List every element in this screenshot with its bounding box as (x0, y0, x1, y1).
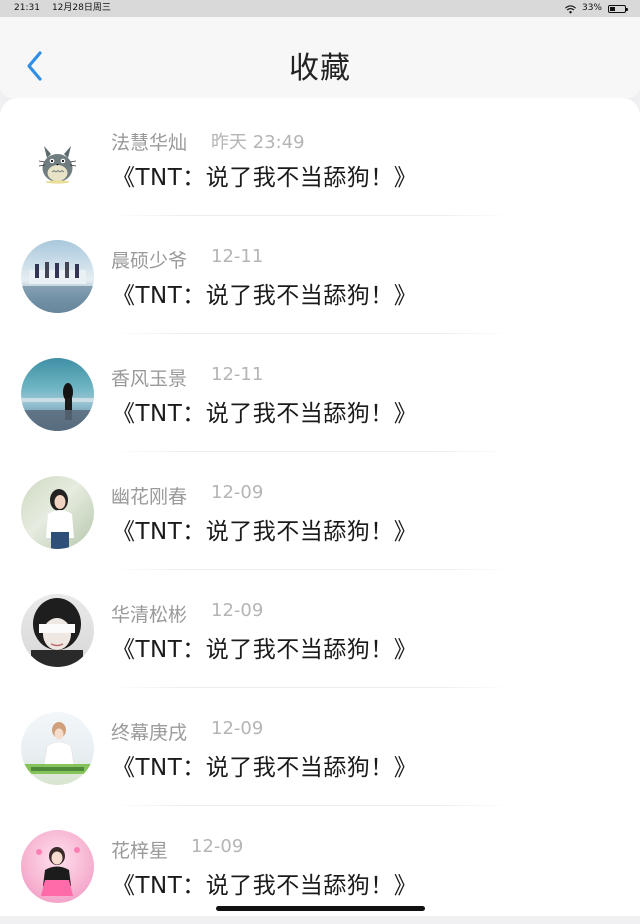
avatar-photo (21, 358, 94, 431)
timestamp: 12-09 (211, 718, 264, 739)
sender-name: 晨硕少爷 (111, 250, 188, 272)
home-indicator (216, 906, 425, 911)
status-left: 21:31 12月28日周三 (14, 0, 111, 17)
avatar-photo (21, 712, 94, 785)
avatar-photo (21, 830, 94, 903)
avatar-photo (21, 594, 94, 667)
avatar-photo (21, 240, 94, 313)
header: 收藏 (0, 17, 640, 98)
message-text: 《TNT：说了我不当舔狗！》 (112, 401, 418, 427)
favorite-item[interactable]: 晨硕少爷 12-11 《TNT：说了我不当舔狗！》 (0, 216, 640, 334)
message-text: 《TNT：说了我不当舔狗！》 (112, 165, 418, 191)
timestamp: 12-09 (191, 836, 244, 857)
sender-name: 终幕庚戌 (111, 722, 188, 744)
battery-icon (608, 4, 628, 13)
battery-fill (610, 6, 615, 11)
photo-icon (31, 598, 83, 667)
timestamp: 12-09 (211, 482, 264, 503)
page-title: 收藏 (289, 51, 351, 86)
status-bar: 21:31 12月28日周三 33% (0, 0, 640, 17)
photo-icon (46, 489, 74, 549)
favorite-item[interactable]: 法慧华灿 昨天 23:49 《TNT：说了我不当舔狗！》 (0, 98, 640, 216)
sender-name: 华清松彬 (111, 604, 188, 626)
status-date: 12月28日周三 (51, 3, 111, 13)
favorites-list: 法慧华灿 昨天 23:49 《TNT：说了我不当舔狗！》 晨硕少爷 12-11 … (0, 98, 640, 916)
message-text: 《TNT：说了我不当舔狗！》 (112, 283, 418, 309)
wifi-icon (565, 4, 576, 14)
sender-name: 法慧华灿 (111, 132, 188, 154)
timestamp: 12-11 (211, 246, 264, 267)
timestamp: 昨天 23:49 (211, 132, 305, 153)
avatar-totoro (21, 122, 94, 195)
message-text: 《TNT：说了我不当舔狗！》 (112, 755, 418, 781)
battery-percent: 33% (581, 3, 602, 13)
photo-icon (21, 383, 94, 431)
sender-name: 花梓星 (111, 840, 169, 862)
message-text: 《TNT：说了我不当舔狗！》 (112, 873, 418, 899)
favorite-item[interactable]: 华清松彬 12-09 《TNT：说了我不当舔狗！》 (0, 570, 640, 688)
sender-name: 香风玉景 (111, 368, 188, 390)
favorite-item[interactable]: 终幕庚戌 12-09 《TNT：说了我不当舔狗！》 (0, 688, 640, 806)
timestamp: 12-09 (211, 600, 264, 621)
favorite-item[interactable]: 幽花刚春 12-09 《TNT：说了我不当舔狗！》 (0, 452, 640, 570)
photo-icon (36, 847, 80, 896)
status-right: 33% (565, 0, 628, 17)
message-text: 《TNT：说了我不当舔狗！》 (112, 637, 418, 663)
status-time: 21:31 (14, 3, 40, 13)
photo-icon (21, 722, 94, 774)
totoro-icon (38, 146, 77, 184)
message-text: 《TNT：说了我不当舔狗！》 (112, 519, 418, 545)
favorite-item[interactable]: 香风玉景 12-11 《TNT：说了我不当舔狗！》 (0, 334, 640, 452)
timestamp: 12-11 (211, 364, 264, 385)
sender-name: 幽花刚春 (111, 486, 188, 508)
photo-icon (21, 262, 94, 313)
avatar-photo (21, 476, 94, 549)
